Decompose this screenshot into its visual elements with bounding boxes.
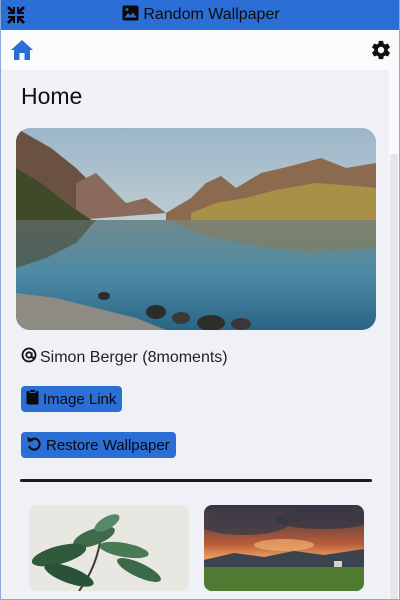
photo-credit: Simon Berger (8moments) bbox=[21, 347, 228, 368]
clipboard-icon bbox=[26, 389, 39, 409]
image-icon bbox=[122, 5, 139, 26]
window-title: Random Wallpaper bbox=[122, 5, 280, 26]
gear-icon[interactable] bbox=[370, 39, 392, 61]
title-bar[interactable]: Random Wallpaper bbox=[1, 0, 399, 30]
restore-wallpaper-button[interactable]: Restore Wallpaper bbox=[21, 432, 176, 458]
history-thumbnail[interactable] bbox=[204, 505, 364, 591]
scrollbar-thumb[interactable] bbox=[390, 154, 398, 599]
restore-wallpaper-label: Restore Wallpaper bbox=[46, 436, 170, 454]
undo-icon bbox=[26, 435, 42, 455]
app-window: Random Wallpaper Home Simon Berger (8mom… bbox=[0, 0, 400, 600]
home-icon[interactable] bbox=[10, 39, 34, 61]
divider bbox=[20, 479, 372, 482]
page-title: Home bbox=[21, 83, 83, 109]
shrink-arrows-icon[interactable] bbox=[5, 4, 27, 26]
history-thumbnail[interactable] bbox=[29, 505, 189, 591]
at-sign-icon bbox=[21, 347, 37, 368]
image-link-label: Image Link bbox=[43, 390, 117, 408]
image-link-button[interactable]: Image Link bbox=[21, 386, 123, 412]
current-wallpaper-image bbox=[16, 128, 376, 330]
photo-credit-text: Simon Berger (8moments) bbox=[40, 348, 228, 366]
window-title-text: Random Wallpaper bbox=[143, 6, 280, 23]
toolbar bbox=[1, 30, 399, 70]
